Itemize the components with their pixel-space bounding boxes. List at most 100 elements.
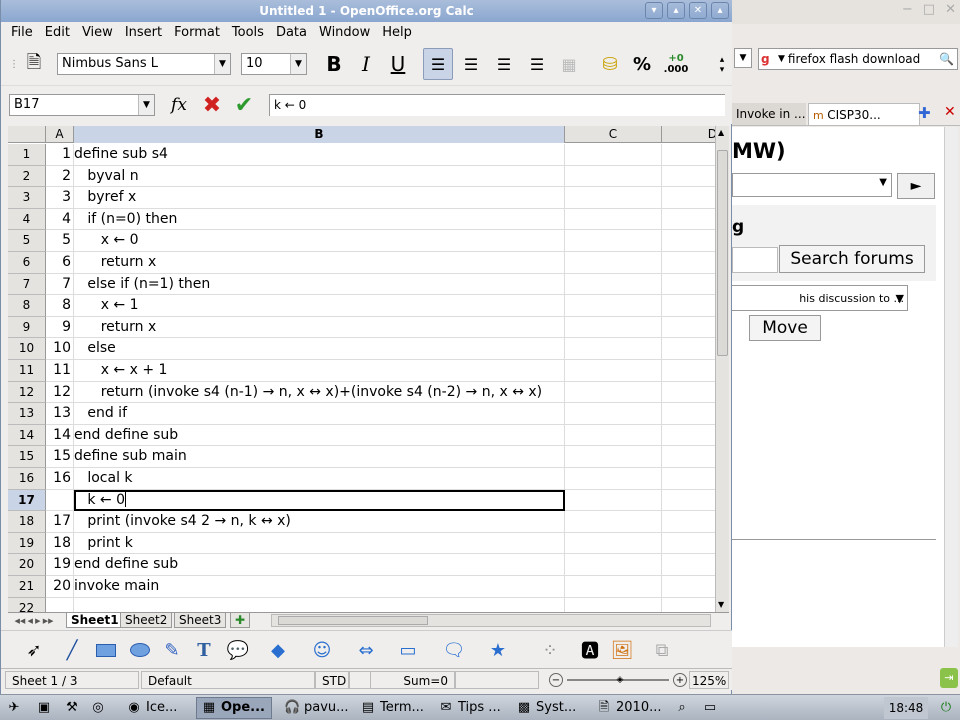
zoom-in-icon[interactable]: +: [673, 673, 687, 687]
cell-a[interactable]: 2: [46, 165, 74, 188]
cell-b[interactable]: k ← 0: [74, 489, 565, 512]
cell-b[interactable]: print (invoke s4 2 → n, k ↔ x): [74, 511, 565, 533]
cell-a[interactable]: 5: [46, 230, 74, 252]
cell-d[interactable]: [662, 252, 715, 274]
cell-a[interactable]: 8: [46, 295, 74, 317]
cell-c[interactable]: [565, 554, 662, 576]
cell-b[interactable]: end if: [74, 403, 565, 425]
row-header[interactable]: 4: [8, 208, 46, 231]
cell-c[interactable]: [565, 597, 662, 612]
name-box[interactable]: B17 ▼: [9, 94, 155, 116]
menu-file[interactable]: File: [5, 22, 39, 44]
cell-a[interactable]: 13: [46, 403, 74, 425]
cell-a[interactable]: 19: [46, 554, 74, 576]
add-sheet-icon[interactable]: ✚: [230, 613, 251, 628]
cell-c[interactable]: [565, 208, 662, 231]
row-header[interactable]: 10: [8, 338, 46, 360]
zoom-slider-thumb[interactable]: ◈: [615, 673, 625, 687]
cell-c[interactable]: [565, 468, 662, 490]
row-header[interactable]: 22: [8, 597, 46, 612]
cell-a[interactable]: 11: [46, 360, 74, 382]
cell-b[interactable]: end define sub: [74, 554, 565, 576]
cell-d[interactable]: [662, 382, 715, 404]
cell-a[interactable]: 1: [46, 144, 74, 166]
freeform-line-icon[interactable]: ✎: [161, 639, 183, 661]
cell-d[interactable]: [662, 230, 715, 252]
font-size-box[interactable]: 10 ▼: [241, 53, 307, 75]
cell-d[interactable]: [662, 274, 715, 296]
fontwork-icon[interactable]: 🅰: [579, 639, 601, 662]
row-header[interactable]: 21: [8, 576, 46, 598]
move-discussion-select[interactable]: his discussion to ... ▼: [728, 285, 908, 311]
align-center-button[interactable]: ☰: [456, 48, 486, 80]
cell-c[interactable]: [565, 273, 662, 296]
taskbar-item-pavu[interactable]: 🎧 pavu...: [280, 697, 352, 719]
cell-b[interactable]: x ← 1: [74, 295, 565, 317]
cell-a[interactable]: 9: [46, 316, 74, 339]
basic-shapes-icon[interactable]: ◆: [267, 639, 289, 661]
start-menu-icon[interactable]: ✈: [2, 697, 26, 719]
cell-b[interactable]: x ← x + 1: [74, 360, 565, 382]
cell-c[interactable]: [565, 187, 662, 209]
cell-a[interactable]: 12: [46, 381, 74, 404]
stars-icon[interactable]: ★: [487, 639, 509, 661]
cell-b[interactable]: else if (n=1) then: [74, 273, 565, 296]
align-right-button[interactable]: ☰: [489, 48, 519, 80]
text-icon[interactable]: T: [193, 639, 215, 661]
url-dropdown-button[interactable]: ▼: [734, 48, 752, 68]
cell-d[interactable]: [662, 360, 715, 382]
cell-b[interactable]: return (invoke s4 (n-1) → n, x ↔ x)+(inv…: [74, 381, 565, 404]
font-name-box[interactable]: Nimbus Sans L ▼: [57, 53, 231, 75]
cell-c[interactable]: [565, 424, 662, 447]
cell-c[interactable]: [565, 295, 662, 317]
taskbar-item-terminal[interactable]: ▤ Term...: [356, 697, 428, 719]
toolbar-handle-icon[interactable]: ⋮: [7, 54, 21, 74]
horizontal-scrollbar[interactable]: [271, 614, 711, 627]
shade-icon[interactable]: ▴: [711, 2, 729, 19]
percent-format-button[interactable]: %: [627, 48, 657, 80]
line-icon[interactable]: ╱: [61, 639, 83, 661]
menu-tools[interactable]: Tools: [226, 22, 270, 44]
magnifier-icon[interactable]: 🔍: [939, 52, 957, 66]
cell-c[interactable]: [565, 489, 662, 512]
cell-b[interactable]: else: [74, 338, 565, 360]
from-file-icon[interactable]: 🖼: [611, 639, 634, 661]
underline-button[interactable]: U: [383, 48, 413, 80]
horizontal-scroll-thumb[interactable]: [278, 616, 428, 625]
cell-a[interactable]: 4: [46, 208, 74, 231]
exit-icon[interactable]: ⇥: [940, 668, 958, 688]
vertical-scroll-thumb[interactable]: [717, 150, 728, 356]
launcher-icon[interactable]: ⚒: [60, 697, 84, 719]
callouts-icon[interactable]: 🗨: [443, 639, 466, 661]
cell-b[interactable]: byref x: [74, 187, 565, 209]
forum-search-input[interactable]: [732, 247, 778, 273]
menu-view[interactable]: View: [76, 22, 119, 44]
clock[interactable]: 18:48: [884, 697, 928, 719]
row-header[interactable]: 19: [8, 532, 46, 555]
cell-b[interactable]: print k: [74, 532, 565, 555]
row-header[interactable]: 5: [8, 230, 46, 252]
close-tab-icon[interactable]: ✕: [944, 104, 956, 120]
add-decimal-button[interactable]: +0 .000: [661, 50, 691, 78]
row-header[interactable]: 17: [8, 489, 46, 512]
chevron-down-icon[interactable]: ▼: [138, 95, 154, 115]
cell-d[interactable]: [662, 317, 715, 339]
row-header[interactable]: 11: [8, 360, 46, 382]
cell-d[interactable]: [662, 533, 715, 555]
cell-a[interactable]: 14: [46, 424, 74, 447]
cell-d[interactable]: [662, 209, 715, 231]
cell-c[interactable]: [565, 338, 662, 360]
cell-b[interactable]: [74, 597, 565, 612]
cell-d[interactable]: [662, 338, 715, 360]
cell-a[interactable]: 16: [46, 468, 74, 490]
select-all-corner[interactable]: [8, 126, 46, 143]
cell-a[interactable]: 18: [46, 532, 74, 555]
zoom-out-icon[interactable]: −: [549, 673, 563, 687]
row-header[interactable]: 7: [8, 273, 46, 296]
menu-data[interactable]: Data: [270, 22, 313, 44]
row-header[interactable]: 18: [8, 511, 46, 533]
symbol-shapes-icon[interactable]: ☺: [311, 639, 333, 661]
cell-b[interactable]: local k: [74, 468, 565, 490]
maximize-icon[interactable]: □: [923, 2, 935, 17]
cell-d[interactable]: [662, 468, 715, 490]
